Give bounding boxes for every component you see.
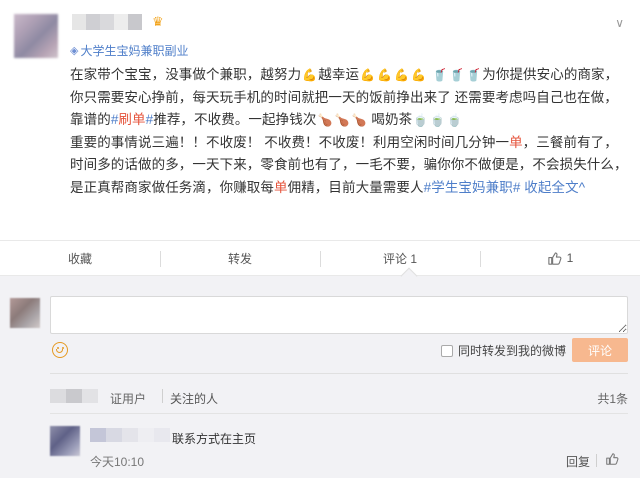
post-text: 重要的事情说三遍！！不收废！ 不收费！不收废！利用空闲时间几分钟一: [70, 134, 510, 150]
repost-checkbox-label[interactable]: 同时转发到我的微博: [458, 342, 566, 359]
comment-text: 联系方式在主页: [172, 432, 257, 446]
collapse-full-text-link[interactable]: 收起全文^: [524, 180, 585, 195]
bowl-icon: 🍵: [413, 113, 429, 127]
like-button[interactable]: 1: [480, 241, 640, 275]
flexed-arm-icon: 💪: [360, 68, 376, 82]
flexed-arm-icon: 💪: [377, 68, 393, 82]
chevron-down-icon[interactable]: ∨: [615, 16, 624, 30]
comment-button[interactable]: 评论 1: [320, 241, 480, 275]
repost-checkbox[interactable]: [441, 345, 453, 357]
author-name-blurred[interactable]: [72, 14, 142, 32]
thumbs-up-icon: [547, 251, 562, 265]
filter-verified-users[interactable]: 证用户: [110, 390, 146, 407]
post-text: 推荐，不收费。一起挣钱次: [153, 112, 317, 127]
highlighted-keyword: 单: [274, 179, 288, 195]
thumbs-up-icon[interactable]: [605, 452, 619, 466]
chicken-leg-icon: 🍗: [317, 113, 333, 127]
smiley-icon[interactable]: [52, 342, 68, 358]
repost-label: 转发: [227, 251, 252, 266]
comment-label: 评论 1: [382, 251, 417, 266]
highlighted-keyword: 刷单: [118, 112, 146, 127]
chicken-leg-icon: 🍗: [334, 113, 350, 127]
comment-count: 共1条: [597, 392, 628, 406]
post-text: 佣精，目前大量需要人: [287, 179, 424, 195]
repost-button[interactable]: 转发: [160, 241, 320, 275]
post-text: 喝奶茶: [367, 112, 413, 127]
like-count: 1: [566, 251, 574, 265]
drink-cup-icon: 🥤: [466, 68, 482, 82]
flexed-arm-icon: 💪: [394, 68, 410, 82]
bowl-icon: 🍵: [447, 113, 463, 127]
filter-following[interactable]: 关注的人: [170, 390, 218, 407]
flexed-arm-icon: 💪: [302, 68, 318, 82]
commenter-name-blurred[interactable]: [90, 428, 170, 442]
filter-blurred-text: [50, 389, 98, 403]
submit-comment-button[interactable]: 评论: [572, 338, 628, 362]
divider: [50, 413, 628, 414]
bowl-icon: 🍵: [430, 113, 446, 127]
post-source[interactable]: ◈ 大学生宝妈兼职副业: [70, 42, 188, 59]
comment-panel: 同时转发到我的微博 评论 证用户 关注的人 共1条 联系方式在主页 今天10:1…: [0, 276, 640, 478]
source-label[interactable]: 大学生宝妈兼职副业: [80, 42, 188, 59]
comment-filter-row: 证用户 关注的人 共1条: [50, 388, 628, 406]
post-text: 越幸运: [318, 67, 360, 82]
diamond-icon: ◈: [70, 45, 79, 57]
weibo-post-card: ♛ ◈ 大学生宝妈兼职副业 ∨ 在家带个宝宝，没事做个兼职，越努力💪越幸运💪 💪 💪…: [0, 0, 640, 240]
post-content: 在家带个宝宝，没事做个兼职，越努力💪越幸运💪 💪 💪 💪 🥤 🥤 🥤为你提供安心的商家，你…: [70, 64, 628, 199]
hashtag-link[interactable]: #学生宝妈兼职#: [424, 180, 521, 195]
divider: [50, 373, 628, 374]
filter-separator: [162, 389, 163, 403]
author-avatar[interactable]: [14, 14, 58, 58]
post-text: 在家带个宝宝，没事做个兼职，越努力: [70, 67, 302, 82]
post-action-bar: 收藏 转发 评论 1 1: [0, 240, 640, 276]
current-user-avatar: [10, 298, 40, 328]
flexed-arm-icon: 💪: [411, 68, 427, 82]
divider: [596, 454, 597, 467]
collect-label: 收藏: [67, 251, 92, 266]
comment-input[interactable]: [50, 296, 628, 334]
comment-time: 今天10:10: [90, 455, 145, 469]
chicken-leg-icon: 🍗: [351, 113, 367, 127]
drink-cup-icon: 🥤: [432, 68, 448, 82]
collect-button[interactable]: 收藏: [0, 241, 160, 275]
highlighted-keyword: 单: [509, 134, 523, 150]
drink-cup-icon: 🥤: [449, 68, 465, 82]
post-text: [427, 67, 431, 82]
reply-button[interactable]: 回复: [566, 453, 590, 470]
commenter-avatar[interactable]: [50, 426, 80, 456]
vip-crown-icon: ♛: [152, 14, 164, 29]
